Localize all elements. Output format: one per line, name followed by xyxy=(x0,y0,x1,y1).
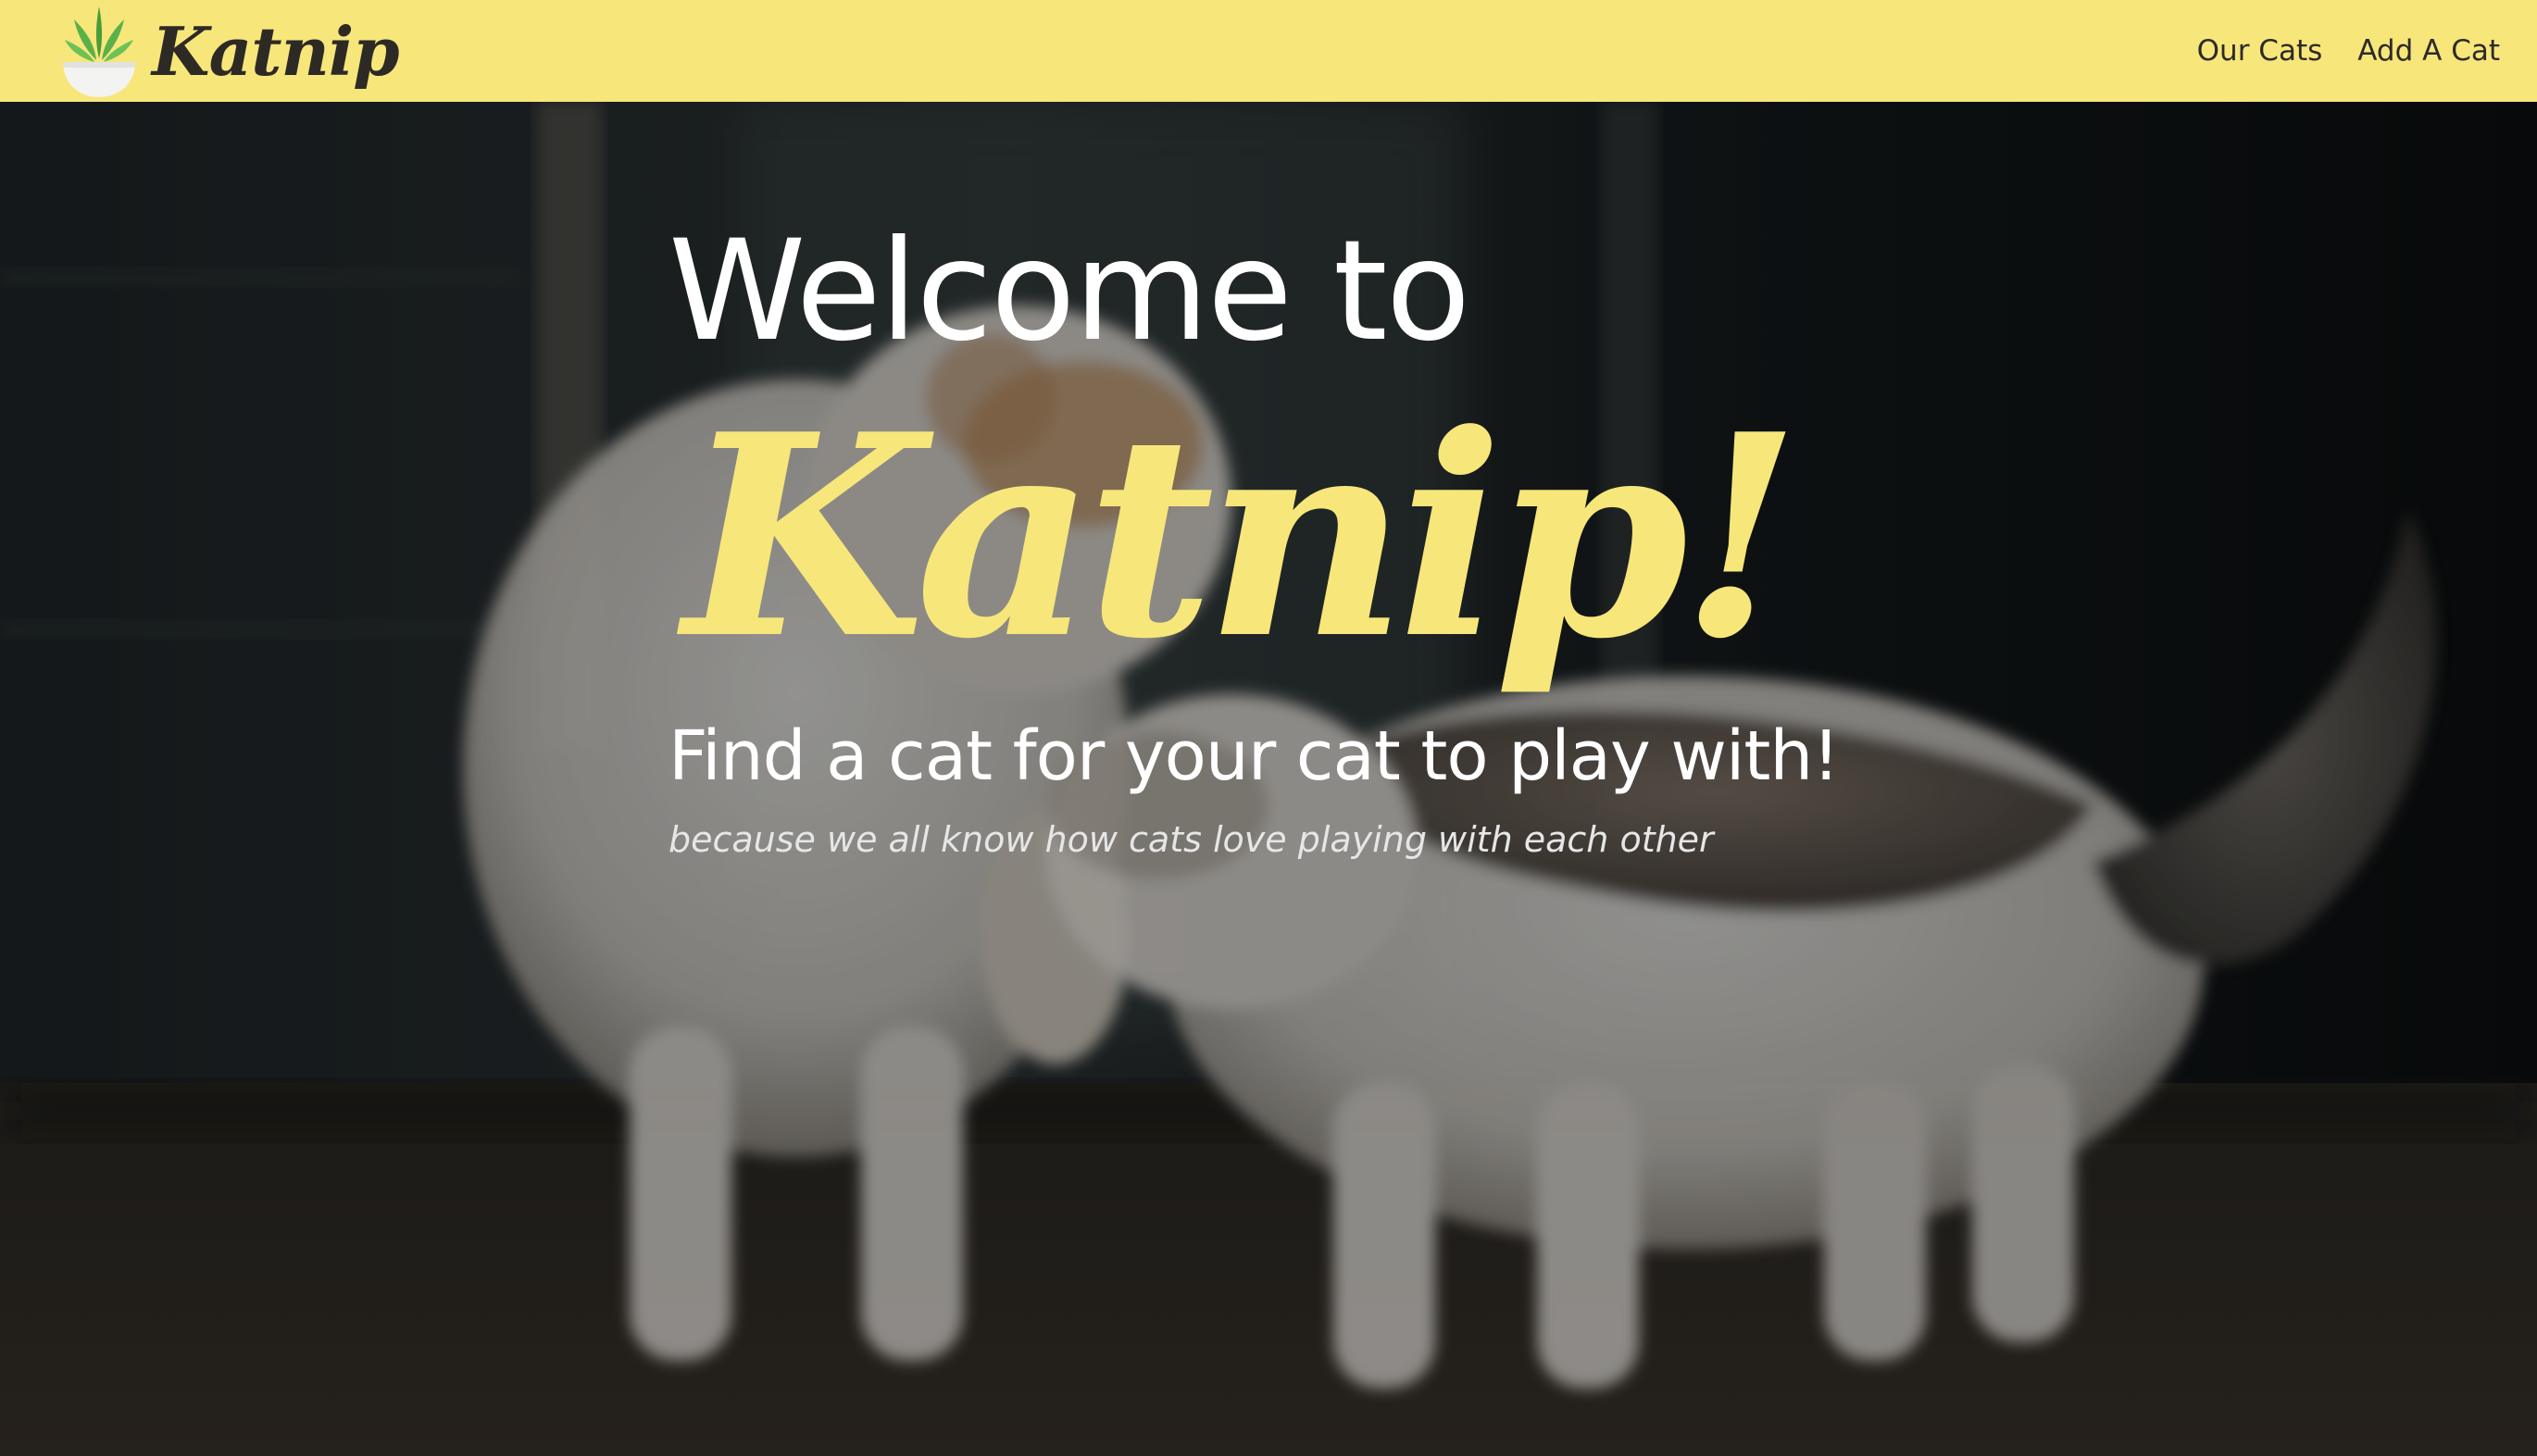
navbar: Katnip Our Cats Add A Cat xyxy=(0,0,2537,102)
hero-content: Welcome to Katnip! Find a cat for your c… xyxy=(669,222,2057,857)
brand-home-link[interactable]: Katnip xyxy=(59,3,400,99)
brand-name: Katnip xyxy=(152,11,400,91)
hero-welcome-heading: Welcome to xyxy=(669,211,1470,372)
hero-brand-heading: Katnip! xyxy=(683,373,1801,700)
nav-link-add-a-cat[interactable]: Add A Cat xyxy=(2357,34,2500,68)
hero-subtagline: because we all know how cats love playin… xyxy=(669,819,1714,860)
potted-catnip-plant-icon xyxy=(63,6,135,97)
hero-tagline: Find a cat for your cat to play with! xyxy=(669,716,1840,796)
hero: Welcome to Katnip! Find a cat for your c… xyxy=(0,102,2537,1456)
nav-links: Our Cats Add A Cat xyxy=(2197,34,2500,68)
nav-link-our-cats[interactable]: Our Cats xyxy=(2197,34,2323,68)
